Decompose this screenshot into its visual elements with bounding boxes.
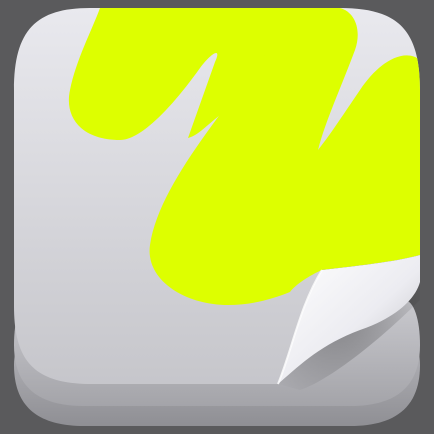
markup-scribble-icon [14,8,420,426]
app-icon [0,0,434,434]
